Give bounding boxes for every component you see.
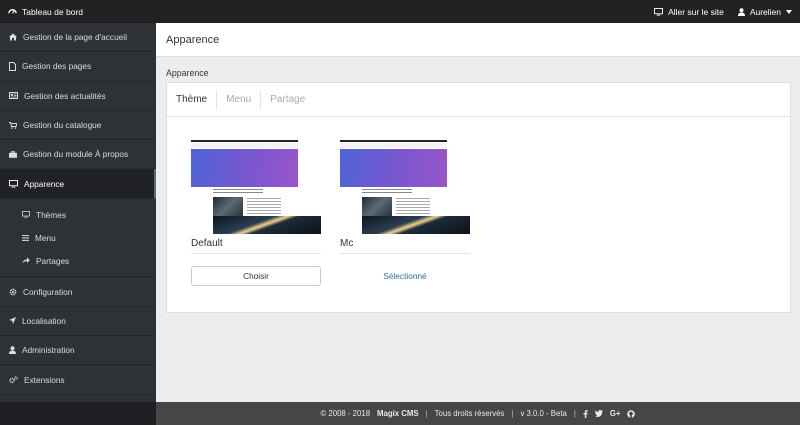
visit-site-label: Aller sur le site — [668, 6, 724, 17]
visit-site-link[interactable]: Aller sur le site — [654, 7, 724, 17]
user-icon — [737, 7, 745, 16]
footer-rights: Tous droits réservés — [434, 409, 505, 418]
page-header: Apparence — [156, 23, 800, 57]
github-icon[interactable] — [627, 409, 636, 418]
user-menu[interactable]: Aurelien — [737, 6, 792, 17]
tachometer-icon — [8, 7, 17, 16]
sidebar-item-label: Gestion du module À propos — [23, 149, 129, 160]
theme-name: Mc — [340, 238, 470, 254]
sidebar-item-label: Gestion du catalogue — [23, 120, 102, 131]
sidebar-item-news[interactable]: Gestion des actualités — [0, 82, 156, 111]
briefcase-icon — [9, 150, 17, 158]
cogs-icon — [9, 375, 18, 384]
sidebar-item-appearance[interactable]: Apparence — [0, 169, 156, 200]
sidebar-subitem-label: Thèmes — [36, 209, 66, 220]
selected-theme-link[interactable]: Sélectionné — [340, 266, 470, 286]
home-icon — [9, 33, 17, 41]
sidebar-item-label: Configuration — [23, 286, 73, 297]
section-title: Apparence — [166, 68, 209, 78]
sidebar-subitem-themes[interactable]: Thèmes — [0, 203, 156, 227]
theme-card-mc: Mc Sélectionné — [340, 140, 470, 281]
sidebar-subitem-label: Menu — [35, 232, 56, 243]
caret-down-icon — [786, 9, 792, 14]
dashboard-link[interactable]: Tableau de bord — [8, 7, 83, 17]
sidebar-item-label: Gestion des pages — [22, 61, 92, 72]
desktop-icon — [654, 7, 664, 16]
twitter-icon[interactable] — [594, 410, 603, 417]
sidebar: Gestion de la page d'accueil Gestion des… — [0, 23, 156, 425]
newspaper-icon — [9, 92, 18, 100]
menu-icon — [22, 235, 29, 241]
user-icon — [9, 346, 16, 355]
tab-bar: Thème Menu Partage — [167, 83, 790, 117]
sidebar-item-label: Administration — [22, 345, 75, 356]
sidebar-item-label: Gestion des actualités — [24, 90, 106, 101]
page-title: Apparence — [166, 33, 220, 46]
share-icon — [22, 257, 30, 264]
sidebar-item-localisation[interactable]: Localisation — [0, 307, 156, 337]
tab-share[interactable]: Partage — [261, 90, 314, 110]
footer-version: v 3.0.0 - Beta — [520, 409, 567, 418]
theme-thumbnail — [191, 140, 321, 234]
cart-icon — [9, 121, 17, 129]
sidebar-item-catalog[interactable]: Gestion du catalogue — [0, 111, 156, 141]
tab-theme[interactable]: Thème — [167, 89, 218, 110]
appearance-panel: Thème Menu Partage Default Choisir Mc Sé… — [166, 82, 791, 313]
footer-product[interactable]: Magix CMS — [377, 409, 419, 418]
sidebar-item-pages[interactable]: Gestion des pages — [0, 52, 156, 82]
choose-theme-button[interactable]: Choisir — [191, 266, 321, 286]
file-icon — [9, 61, 16, 71]
brand-label: Tableau de bord — [22, 6, 83, 17]
theme-name: Default — [191, 238, 321, 254]
monitor-icon — [9, 179, 18, 188]
sidebar-subitem-label: Partages — [36, 255, 70, 266]
sidebar-item-label: Gestion de la page d'accueil — [23, 32, 127, 43]
theme-thumbnail — [340, 140, 470, 234]
sidebar-item-home[interactable]: Gestion de la page d'accueil — [0, 23, 156, 53]
gear-icon — [9, 288, 17, 296]
sidebar-item-administration[interactable]: Administration — [0, 336, 156, 366]
sidebar-subitem-menu[interactable]: Menu — [0, 226, 156, 250]
footer: © 2008 - 2018 Magix CMS | Tous droits ré… — [156, 402, 800, 425]
location-arrow-icon — [9, 317, 16, 325]
sidebar-item-label: Localisation — [22, 315, 66, 326]
appearance-submenu: Thèmes Menu Partages — [0, 199, 156, 278]
sidebar-item-label: Extensions — [24, 374, 65, 385]
user-name: Aurelien — [749, 6, 781, 17]
sidebar-footer — [0, 402, 156, 425]
footer-copyright: © 2008 - 2018 — [320, 409, 371, 418]
main-content: Apparence Apparence Thème Menu Partage D… — [156, 23, 800, 402]
sidebar-item-label: Apparence — [24, 178, 65, 189]
sidebar-item-about[interactable]: Gestion du module À propos — [0, 140, 156, 170]
theme-card-default: Default Choisir — [191, 140, 321, 286]
sidebar-subitem-shares[interactable]: Partages — [0, 249, 156, 273]
tab-menu[interactable]: Menu — [217, 89, 262, 110]
monitor-icon — [22, 211, 30, 219]
facebook-icon[interactable] — [583, 409, 588, 418]
sidebar-item-extensions[interactable]: Extensions — [0, 365, 156, 395]
top-navbar: Tableau de bord Aller sur le site Aureli… — [0, 0, 800, 23]
google-plus-icon[interactable]: G+ — [610, 409, 621, 418]
sidebar-item-configuration[interactable]: Configuration — [0, 277, 156, 307]
